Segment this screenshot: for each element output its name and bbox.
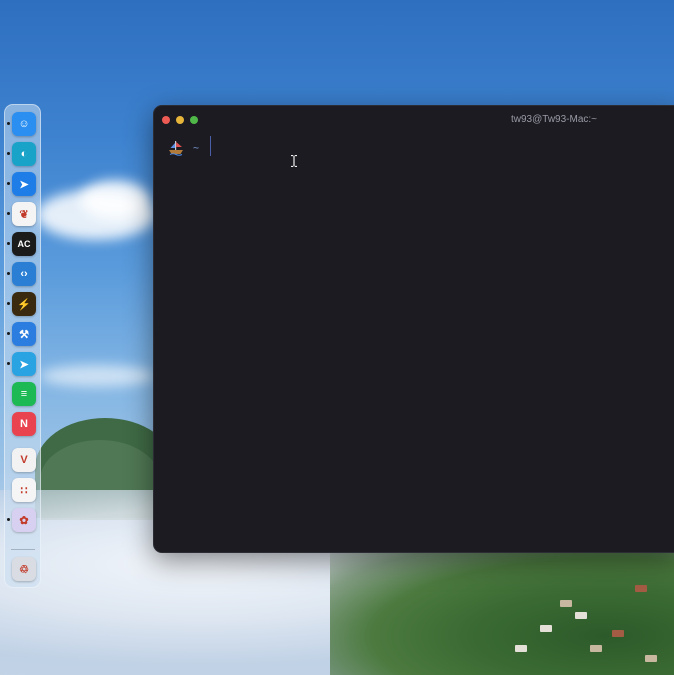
dock-separator	[11, 549, 35, 550]
running-indicator	[7, 122, 10, 125]
running-indicator	[7, 182, 10, 185]
running-indicator	[7, 242, 10, 245]
trash-icon[interactable]: ♲	[12, 557, 36, 581]
bird-icon[interactable]: ❦	[12, 202, 36, 226]
appcode-icon[interactable]: AC	[12, 232, 36, 256]
text-cursor	[210, 136, 211, 156]
prompt-path: ~	[193, 142, 200, 154]
wallpaper-house	[560, 600, 572, 607]
zoom-button[interactable]	[190, 116, 198, 124]
close-button[interactable]	[162, 116, 170, 124]
ibeam-cursor-icon	[291, 155, 297, 167]
v-logo-icon[interactable]: V	[12, 448, 36, 472]
finder-icon[interactable]: ☺	[12, 112, 36, 136]
vscode-icon[interactable]: ‹›	[12, 262, 36, 286]
wallpaper-house	[590, 645, 602, 652]
terminal-icon[interactable]: ⚡	[12, 292, 36, 316]
launchpad-icon[interactable]: ∷	[12, 478, 36, 502]
minimize-button[interactable]	[176, 116, 184, 124]
wallpaper-cloud	[80, 180, 150, 220]
wallpaper-house	[645, 655, 657, 662]
running-indicator	[7, 152, 10, 155]
running-indicator	[7, 212, 10, 215]
terminal-window[interactable]: tw93@Tw93-Mac:~ ~	[153, 105, 674, 553]
title-bar[interactable]: tw93@Tw93-Mac:~	[154, 106, 674, 134]
wallpaper-house	[515, 645, 527, 652]
running-indicator	[7, 332, 10, 335]
window-title: tw93@Tw93-Mac:~	[511, 114, 598, 125]
spotify-icon[interactable]: ≡	[12, 382, 36, 406]
running-indicator	[7, 272, 10, 275]
edge-icon[interactable]: ◐	[12, 142, 36, 166]
wallpaper-house	[612, 630, 624, 637]
running-indicator	[7, 518, 10, 521]
wallpaper-town	[330, 545, 674, 675]
xcode-icon[interactable]: ⚒	[12, 322, 36, 346]
telegram-icon[interactable]: ➤	[12, 352, 36, 376]
news-icon[interactable]: N	[12, 412, 36, 436]
shell-prompt: ~	[168, 140, 199, 156]
wallpaper-house	[635, 585, 647, 592]
wallpaper-house	[540, 625, 552, 632]
running-indicator	[7, 362, 10, 365]
color-wheel-icon[interactable]: ✿	[12, 508, 36, 532]
paw-icon[interactable]: ➤	[12, 172, 36, 196]
running-indicator	[7, 302, 10, 305]
desktop: ☺ ◐ ➤ ❦ AC ‹› ⚡ ⚒ ➤ ≡ N V ∷ ✿ ♲ tw93@Tw93-Mac:~ ~	[0, 0, 674, 675]
wallpaper-cloud	[40, 365, 155, 387]
wallpaper-house	[575, 612, 587, 619]
pirate-ship-icon	[169, 141, 183, 156]
dock: ☺ ◐ ➤ ❦ AC ‹› ⚡ ⚒ ➤ ≡ N V ∷ ✿ ♲	[4, 104, 41, 588]
